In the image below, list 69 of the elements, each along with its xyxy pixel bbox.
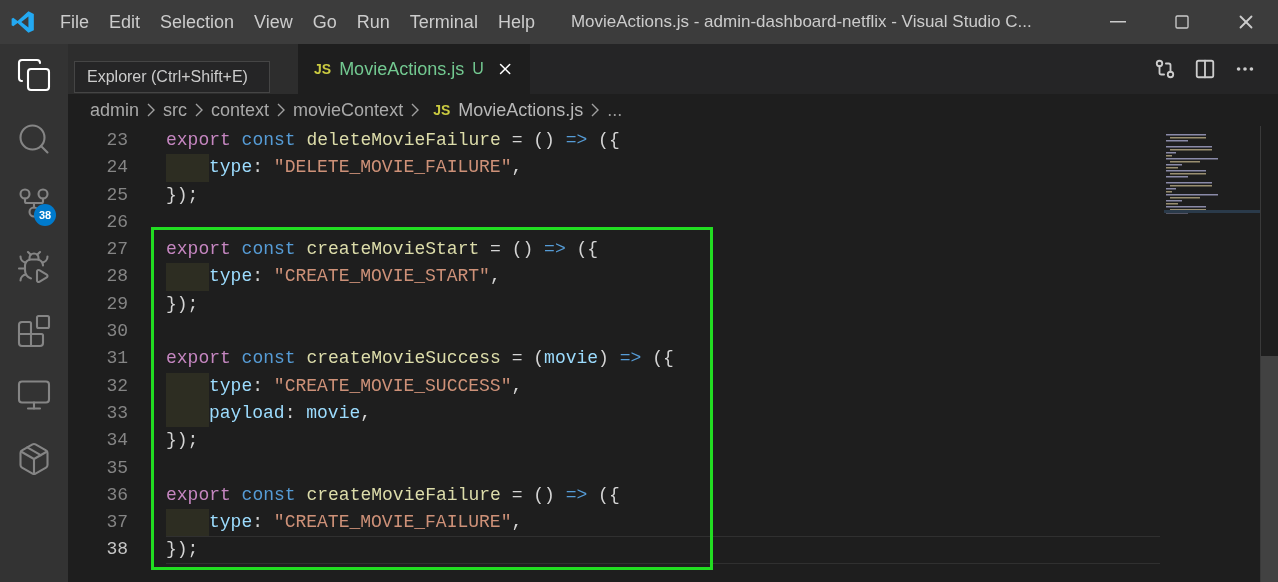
line-number: 38 [106,538,128,562]
untracked-status: U [472,59,484,79]
code-line: type: "CREATE_MOVIE_FAILURE", [209,511,523,535]
menu-item[interactable]: Go [302,8,347,36]
line-number: 24 [106,156,128,180]
run-debug-icon[interactable] [16,249,52,285]
chevron-icon [277,103,286,117]
breadcrumb-folder[interactable]: movieContext [293,96,404,124]
code-line: export const deleteMovieFailure = () => ({ [166,129,620,152]
line-number: 26 [106,210,128,234]
line-number: 28 [106,265,128,289]
tab-label: MovieActions.js [339,57,465,81]
menu-item[interactable]: Help [487,8,545,36]
code-line: }); [166,292,199,316]
window-title: MovieActions.js - admin-dashboard-netflix - Visual Studio C... [570,11,1032,34]
code-line: }); [166,183,199,207]
js-file-icon: JS [433,99,451,121]
scrollbar-thumb[interactable] [1261,356,1278,582]
line-number: 34 [106,429,128,453]
code-line: payload: movie, [209,401,372,425]
monitor-icon[interactable] [16,377,52,413]
menu-item[interactable]: View [244,8,303,36]
chevron-icon [195,103,204,117]
line-number: 30 [106,320,128,344]
code-line: }); [166,538,199,562]
line-number: 27 [106,238,128,262]
menu-item[interactable]: Terminal [399,8,488,36]
line-number: 29 [106,292,128,316]
line-number: 36 [106,483,128,507]
editor-logo-icon [10,9,36,35]
chevron-icon [411,103,420,117]
code-line: type: "CREATE_MOVIE_SUCCESS", [209,374,523,398]
compare-changes-icon[interactable] [1154,58,1176,80]
line-number: 32 [106,374,128,398]
line-number: 33 [106,401,128,425]
code-line: type: "CREATE_MOVIE_START", [209,265,501,289]
menu-item[interactable]: Run [346,8,400,36]
menu-item[interactable]: File [50,8,99,36]
code-line: export const createMovieSuccess = (movie) => ({ [166,347,674,371]
breadcrumb-file[interactable]: MovieActions.js [458,96,584,124]
line-number: 35 [106,456,128,480]
breadcrumb-folder[interactable]: admin [90,96,140,124]
maximize-icon [1174,14,1190,30]
line-number: 25 [106,183,128,207]
chevron-icon [147,103,156,117]
line-number: 23 [106,129,128,152]
menu-item[interactable]: Selection [150,8,245,36]
line-number: 31 [106,347,128,371]
js-file-icon: JS [314,58,332,80]
files-icon[interactable] [16,57,52,93]
split-editor-icon[interactable] [1194,58,1216,80]
breadcrumb-folder[interactable]: context [211,96,270,124]
line-number: 37 [106,511,128,535]
minimize-icon [1110,21,1126,23]
editor-tab[interactable]: JS MovieActions.js U [298,44,530,94]
search-icon[interactable] [16,121,52,157]
code-line: type: "DELETE_MOVIE_FAILURE", [209,156,523,180]
code-line: }); [166,429,199,453]
code-line: export const createMovieFailure = () => ({ [166,483,620,507]
count-badge: 38 [34,204,56,226]
extensions-icon[interactable] [16,313,52,349]
menu-item[interactable]: Edit [99,8,151,36]
code-line: export const createMovieStart = () => ({ [166,238,599,262]
chevron-icon [591,103,600,117]
more-breadcrumb[interactable]: ... [607,96,623,124]
tooltip-text: Explorer (Ctrl+Shift+E) [87,67,248,87]
breadcrumb-folder[interactable]: src [163,96,188,124]
scrollbar[interactable] [1260,126,1278,582]
box-icon[interactable] [16,441,52,477]
